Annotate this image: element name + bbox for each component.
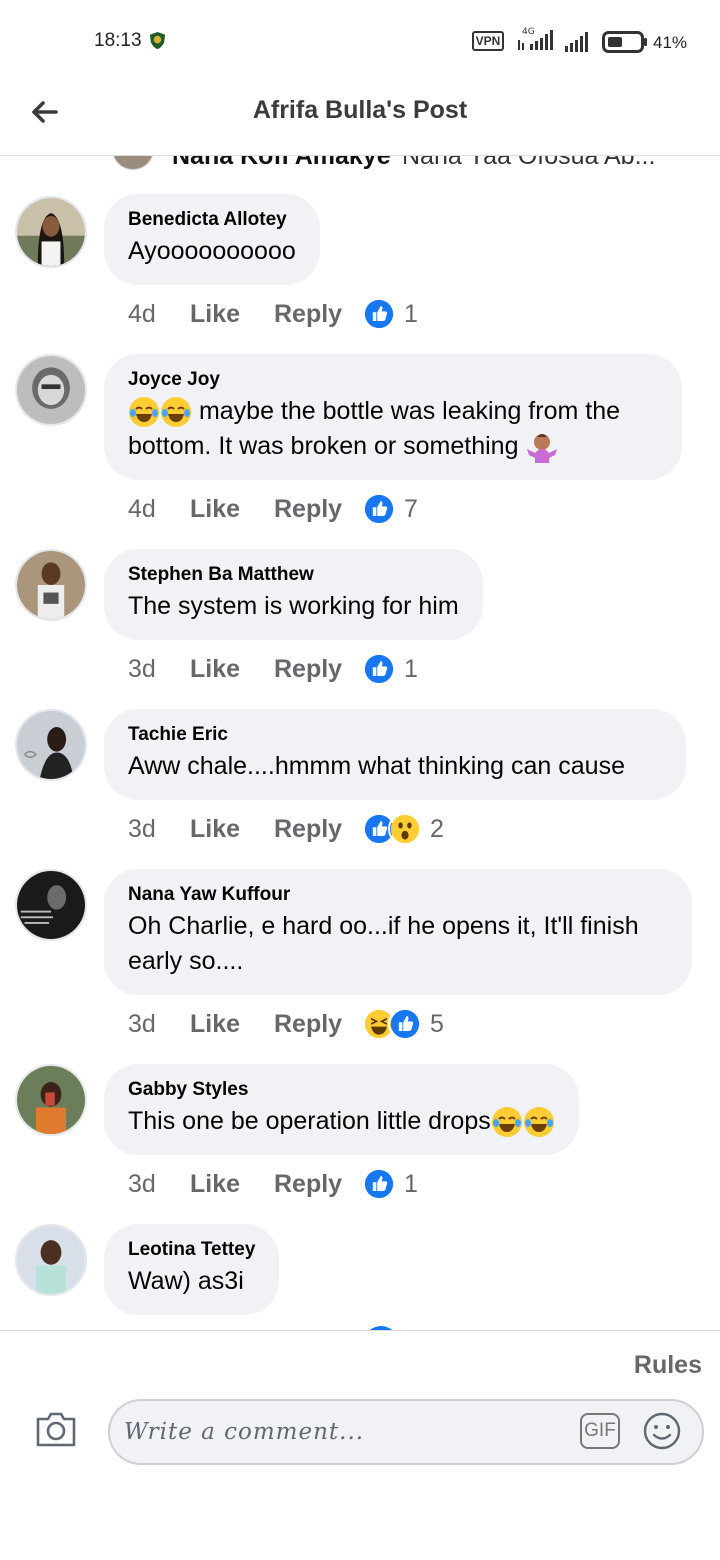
reaction-summary[interactable]: 7 xyxy=(362,492,418,526)
comment-actions: 3d Like Reply 5 xyxy=(128,1006,444,1042)
status-bar: 18:13 VPN 4G 41% xyxy=(0,0,720,80)
comment-bubble[interactable]: Tachie Eric Aww chale....hmmm what think… xyxy=(104,709,686,800)
like-reaction-icon xyxy=(388,1007,422,1041)
wow-reaction-icon xyxy=(388,812,422,846)
reaction-count: 1 xyxy=(404,299,418,328)
rules-link[interactable]: Rules xyxy=(634,1351,702,1380)
reaction-summary[interactable]: 1 xyxy=(362,297,418,331)
reply-button[interactable]: Reply xyxy=(274,1170,362,1199)
comment-text: This one be operation little drops xyxy=(128,1107,491,1135)
avatar[interactable] xyxy=(15,354,87,426)
camera-icon[interactable] xyxy=(34,1409,78,1449)
comment-author[interactable]: Tachie Eric xyxy=(128,723,662,747)
network-label: 4G xyxy=(522,27,535,37)
smiley-icon[interactable] xyxy=(642,1411,682,1451)
reply-button[interactable]: Reply xyxy=(274,1010,362,1039)
gif-button[interactable]: GIF xyxy=(580,1413,620,1449)
comment-bubble[interactable]: Gabby Styles This one be operation littl… xyxy=(104,1064,579,1155)
comment-time: 4d xyxy=(128,299,156,328)
comment-text: Ayoooooooooo xyxy=(128,237,296,265)
reaction-count: 1 xyxy=(404,1169,418,1198)
comment-bubble[interactable]: Leotina Tettey Waw) as3i xyxy=(104,1224,280,1315)
battery-percent: 41% xyxy=(653,33,688,52)
app-header: Afrifa Bulla's Post xyxy=(0,80,720,156)
comment-time: 3d xyxy=(128,1169,156,1198)
avatar[interactable] xyxy=(15,1224,87,1296)
comment-actions: 4d Like Reply 7 xyxy=(128,491,418,527)
battery-icon xyxy=(602,31,647,53)
avatar[interactable] xyxy=(112,156,154,170)
like-button[interactable]: Like xyxy=(190,815,274,844)
comment-composer-footer: Rules GIF xyxy=(0,1330,720,1560)
reaction-count: 5 xyxy=(430,1009,444,1038)
reaction-summary[interactable]: 1 xyxy=(362,1167,418,1201)
like-reaction-icon xyxy=(362,492,396,526)
like-button[interactable]: Like xyxy=(190,1010,274,1039)
comment-actions: 4d Like Reply 1 xyxy=(128,296,418,332)
reaction-summary[interactable]: 1 xyxy=(362,652,418,686)
reaction-count: 7 xyxy=(404,494,418,523)
avatar[interactable] xyxy=(15,1064,87,1136)
comment-author[interactable]: Gabby Styles xyxy=(128,1078,555,1102)
comment-author[interactable]: Leotina Tettey xyxy=(128,1238,255,1262)
signal-strength-icon xyxy=(565,32,588,52)
comment-time: 3d xyxy=(128,654,156,683)
comment-author[interactable]: Stephen Ba Matthew xyxy=(128,563,459,587)
comment-time: 3d xyxy=(128,1009,156,1038)
avatar[interactable] xyxy=(15,869,87,941)
like-button[interactable]: Like xyxy=(190,1170,274,1199)
reply-button[interactable]: Reply xyxy=(274,300,362,329)
comment-time: 4d xyxy=(128,494,156,523)
comment-time: 3d xyxy=(128,814,156,843)
vpn-badge: VPN xyxy=(472,31,504,51)
like-reaction-icon xyxy=(362,297,396,331)
like-button[interactable]: Like xyxy=(190,655,274,684)
like-button[interactable]: Like xyxy=(190,495,274,524)
comment-text: Waw) as3i xyxy=(128,1267,244,1295)
status-time: 18:13 xyxy=(94,30,142,51)
comment-text: Oh Charlie, e hard oo...if he opens it, … xyxy=(128,912,639,975)
comment-text-container: This one be operation little drops xyxy=(128,1104,555,1139)
comment-author[interactable]: Nana Yaw Kuffour xyxy=(128,883,668,907)
comment-bubble[interactable]: Joyce Joy maybe the bottle was leaking f… xyxy=(104,354,682,480)
tears-of-joy-emoji-icon xyxy=(161,397,191,428)
reply-button[interactable]: Reply xyxy=(274,815,362,844)
reaction-summary[interactable]: 5 xyxy=(362,1007,444,1041)
avatar[interactable] xyxy=(15,709,87,781)
page-title: Afrifa Bulla's Post xyxy=(252,96,468,124)
comment-bubble[interactable]: Nana Yaw Kuffour Oh Charlie, e hard oo..… xyxy=(104,869,692,995)
tears-of-joy-emoji-icon xyxy=(129,397,159,428)
tears-of-joy-emoji-icon xyxy=(523,1107,554,1138)
comment-text-container: maybe the bottle was leaking from the bo… xyxy=(128,394,658,464)
comment-actions: 3d Like Reply 2 xyxy=(128,811,444,847)
comment-text: The system is working for him xyxy=(128,592,459,620)
comment-author[interactable]: Nana Kofi Amakye xyxy=(172,156,391,171)
reply-button[interactable]: Reply xyxy=(274,495,362,524)
reaction-summary[interactable]: 2 xyxy=(362,812,444,846)
comment-text: Nana Yaa Ofosua Ab... xyxy=(402,156,656,170)
comment-input[interactable] xyxy=(124,1401,564,1463)
avatar[interactable] xyxy=(15,196,87,268)
comment-list: Nana Kofi Amakye Nana Yaa Ofosua Ab... B… xyxy=(0,156,720,1330)
tears-of-joy-emoji-icon xyxy=(491,1107,522,1138)
comment-actions: 3d Like Reply 1 xyxy=(128,1166,418,1202)
reaction-count: 1 xyxy=(404,654,418,683)
reaction-count: 2 xyxy=(430,814,444,843)
like-button[interactable]: Like xyxy=(190,300,274,329)
comment-bubble[interactable]: Benedicta Allotey Ayoooooooooo xyxy=(104,194,320,285)
comment-author[interactable]: Benedicta Allotey xyxy=(128,208,296,232)
avatar[interactable] xyxy=(15,549,87,621)
like-reaction-icon xyxy=(362,652,396,686)
like-reaction-icon xyxy=(362,1167,396,1201)
person-shrugging-emoji-icon xyxy=(527,434,558,464)
reply-button[interactable]: Reply xyxy=(274,655,362,684)
comment-text: Aww chale....hmmm what thinking can caus… xyxy=(128,752,625,780)
comment-author[interactable]: Joyce Joy xyxy=(128,368,658,392)
comment-box[interactable]: GIF xyxy=(108,1399,704,1465)
app-notification-icon xyxy=(149,31,166,50)
signal-4g-icon: 4G xyxy=(518,27,553,50)
comment-actions: 3d Like Reply 1 xyxy=(128,651,418,687)
comment-bubble[interactable]: Stephen Ba Matthew The system is working… xyxy=(104,549,483,640)
